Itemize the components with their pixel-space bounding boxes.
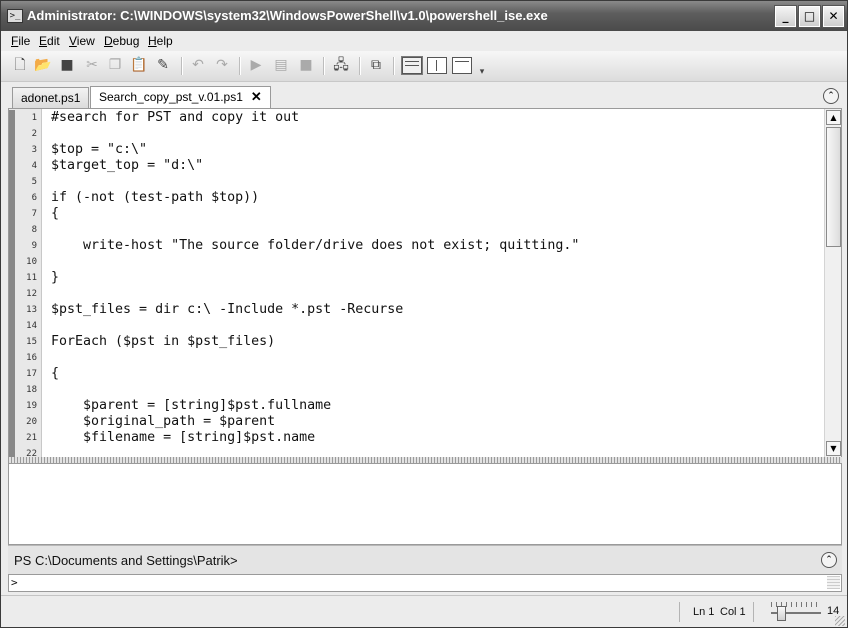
code-line[interactable]: $parent = [string]$pst.fullname [51, 398, 331, 414]
line-number: 9 [31, 241, 37, 251]
menu-edit[interactable]: Edit [39, 34, 60, 48]
code-line[interactable]: $pst_files = dir c:\ -Include *.pst -Rec… [51, 302, 403, 318]
code-line[interactable]: $original_path = $parent [51, 414, 275, 430]
stop-icon[interactable]: ■ [297, 56, 315, 74]
menu-view[interactable]: View [69, 34, 95, 48]
line-number: 12 [26, 289, 37, 299]
toolbar-separator [359, 57, 361, 75]
script-tabs: adonet.ps1 Search_copy_pst_v.01.ps1 ✕ ⌃ [1, 82, 847, 109]
scrollbar-thumb[interactable] [826, 127, 841, 247]
toolbar-separator [181, 57, 183, 75]
line-number: 20 [26, 417, 37, 427]
toolbar-separator [239, 57, 241, 75]
resize-grip-icon[interactable] [835, 616, 845, 626]
toolbar: 🗋 📂 ■ ✂ ❐ 📋 ✎ ↶ ↷ ▶ ▤ ■ 🖧 ⧉ ▾ [1, 51, 847, 82]
command-scrollbar[interactable] [827, 576, 840, 589]
maximize-button[interactable]: □ [798, 5, 821, 28]
powershell-app-icon: >_ [7, 9, 23, 23]
line-number: 4 [31, 161, 37, 171]
close-button[interactable]: ✕ [822, 5, 845, 28]
new-remote-tab-icon[interactable]: 🖧 [332, 56, 350, 74]
line-number: 13 [26, 305, 37, 315]
line-number: 2 [31, 129, 37, 139]
paste-icon[interactable]: 📋 [130, 56, 148, 74]
column-indicator: Col 1 [720, 606, 746, 618]
tab-close-icon[interactable]: ✕ [251, 87, 262, 107]
code-line[interactable]: $top = "c:\" [51, 142, 147, 158]
line-number-gutter: 1 2 3 4 5 6 7 8 9 10 11 12 13 14 15 16 17 18 19 20 21 22 [9, 109, 42, 457]
console-prompt-bar: PS C:\Documents and Settings\Patrik> ⌃ [8, 545, 842, 574]
line-number: 7 [31, 209, 37, 219]
layout-top-icon[interactable] [401, 56, 423, 75]
cut-icon[interactable]: ✂ [83, 56, 101, 74]
code-line[interactable]: #search for PST and copy it out [51, 110, 299, 126]
line-number: 11 [26, 273, 37, 283]
title-bar[interactable]: >_ Administrator: C:\WINDOWS\system32\Wi… [1, 1, 847, 31]
menu-file[interactable]: File [11, 34, 30, 48]
status-bar: Ln 1 Col 1 14 [1, 595, 847, 627]
line-number: 18 [26, 385, 37, 395]
zoom-slider-thumb[interactable] [777, 606, 786, 621]
code-line[interactable]: } [51, 270, 59, 286]
window-title: Administrator: C:\WINDOWS\system32\Windo… [27, 8, 548, 23]
scroll-down-icon[interactable]: ▼ [826, 441, 841, 456]
command-prompt-glyph: > [11, 576, 18, 589]
new-file-icon[interactable]: 🗋 [11, 56, 29, 74]
code-line[interactable]: write-host "The source folder/drive does… [51, 238, 579, 254]
status-separator [679, 602, 680, 622]
expand-command-pane-icon[interactable]: ⌃ [821, 552, 837, 568]
menu-debug[interactable]: Debug [104, 34, 139, 48]
line-number: 14 [26, 321, 37, 331]
script-editor[interactable]: 1 2 3 4 5 6 7 8 9 10 11 12 13 14 15 16 17 18 19 20 21 22 #sea… [8, 108, 842, 458]
minimize-button[interactable]: _ [774, 5, 797, 28]
run-selection-icon[interactable]: ▤ [272, 56, 290, 74]
toolbar-separator [323, 57, 325, 75]
code-line[interactable]: { [51, 206, 59, 222]
line-number: 1 [31, 113, 37, 123]
powershell-icon[interactable]: ⧉ [367, 56, 385, 74]
line-number: 10 [26, 257, 37, 267]
line-number: 8 [31, 225, 37, 235]
code-line[interactable]: $filename = [string]$pst.name [51, 430, 315, 446]
console-prompt: PS C:\Documents and Settings\Patrik> [14, 553, 238, 568]
code-line[interactable]: if (-not (test-path $top)) [51, 190, 259, 206]
tab-search-copy-pst[interactable]: Search_copy_pst_v.01.ps1 ✕ [90, 86, 271, 109]
redo-icon[interactable]: ↷ [213, 56, 231, 74]
clear-icon[interactable]: ✎ [154, 56, 172, 74]
scroll-up-icon[interactable]: ▲ [826, 110, 841, 125]
line-number: 5 [31, 177, 37, 187]
tab-adonet[interactable]: adonet.ps1 [12, 87, 90, 109]
line-number: 3 [31, 145, 37, 155]
collapse-script-pane-icon[interactable]: ⌃ [823, 88, 839, 104]
editor-vertical-scrollbar[interactable]: ▲ ▼ [824, 109, 841, 457]
line-number: 21 [26, 433, 37, 443]
line-number: 19 [26, 401, 37, 411]
layout-right-icon[interactable] [427, 57, 447, 74]
open-file-icon[interactable]: 📂 [34, 56, 52, 74]
command-input[interactable]: > [8, 574, 842, 592]
code-line[interactable]: ForEach ($pst in $pst_files) [51, 334, 275, 350]
layout-max-icon[interactable] [452, 57, 472, 74]
toolbar-separator [393, 57, 395, 75]
code-line[interactable]: $target_top = "d:\" [51, 158, 203, 174]
line-number: 17 [26, 369, 37, 379]
save-icon[interactable]: ■ [58, 56, 76, 74]
line-number: 15 [26, 337, 37, 347]
toolbar-overflow-icon[interactable]: ▾ [473, 63, 491, 81]
line-indicator: Ln 1 [693, 606, 715, 618]
ise-window: >_ Administrator: C:\WINDOWS\system32\Wi… [0, 0, 848, 628]
undo-icon[interactable]: ↶ [189, 56, 207, 74]
code-line[interactable]: { [51, 366, 59, 382]
copy-icon[interactable]: ❐ [106, 56, 124, 74]
run-icon[interactable]: ▶ [247, 56, 265, 74]
status-separator [753, 602, 754, 622]
menu-bar: File Edit View Debug Help [1, 31, 847, 51]
menu-help[interactable]: Help [148, 34, 173, 48]
line-number: 16 [26, 353, 37, 363]
output-pane[interactable] [8, 463, 842, 545]
line-number: 6 [31, 193, 37, 203]
